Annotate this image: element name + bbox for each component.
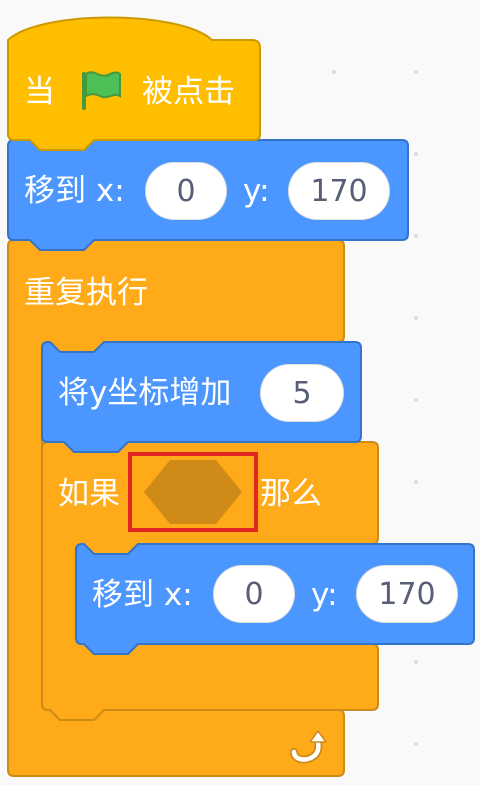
goto1-y-input[interactable]: 170 — [288, 162, 390, 220]
loop-arrow-icon — [290, 730, 327, 764]
if-suffix-label: 那么 — [260, 476, 322, 512]
hat-prefix-label: 当 — [24, 74, 55, 110]
goto2-label: 移到 x: — [92, 577, 193, 613]
hat-suffix-label: 被点击 — [142, 74, 235, 110]
if-prefix-label: 如果 — [58, 476, 120, 512]
goto1-x-input[interactable]: 0 — [145, 162, 227, 220]
goto2-x-input[interactable]: 0 — [213, 565, 295, 623]
forever-label: 重复执行 — [24, 275, 148, 311]
change-y-value-input[interactable]: 5 — [260, 364, 344, 422]
goto2-y-label: y: — [311, 577, 338, 613]
change-y-label: 将y坐标增加 — [58, 375, 232, 411]
condition-slot-highlight — [128, 452, 258, 532]
green-flag-icon — [82, 71, 121, 110]
goto1-label: 移到 x: — [24, 173, 125, 209]
goto2-y-input[interactable]: 170 — [356, 565, 458, 623]
goto1-y-label: y: — [243, 173, 270, 209]
